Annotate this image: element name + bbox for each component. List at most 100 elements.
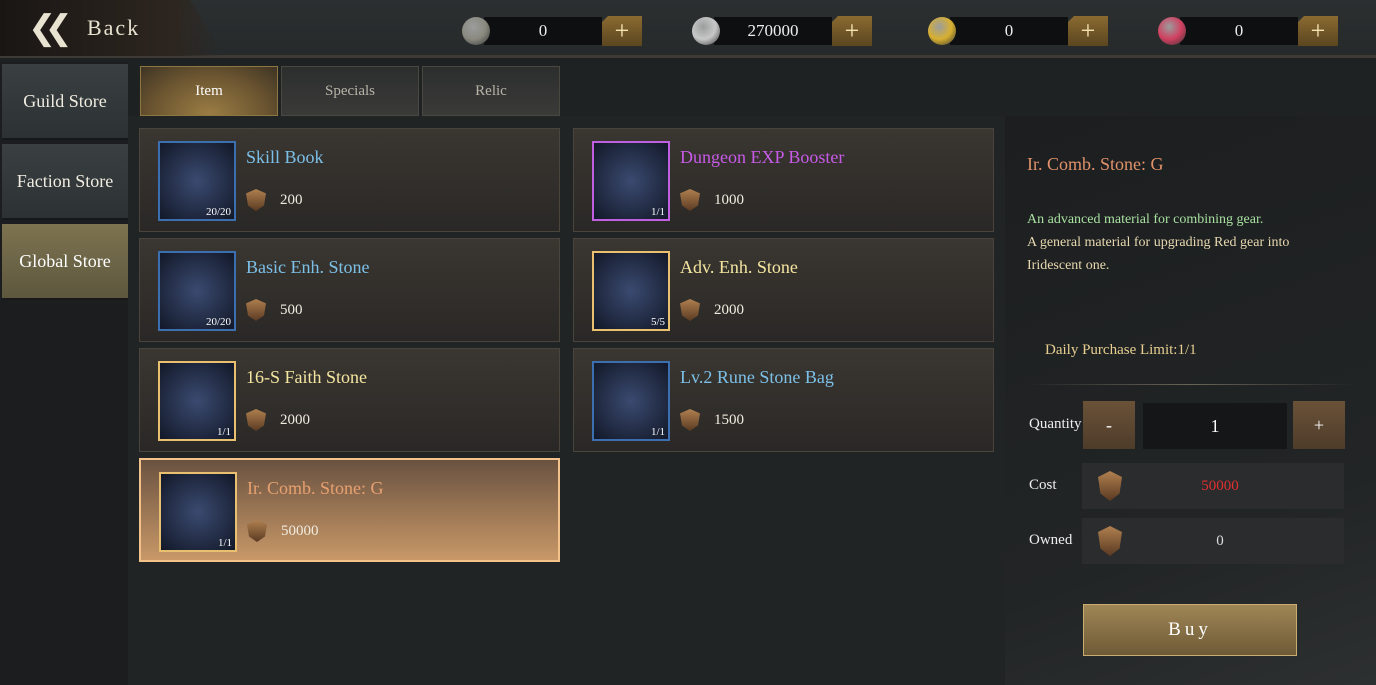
item-price: 200 bbox=[246, 189, 303, 211]
item-card[interactable]: 20/20 Basic Enh. Stone 500 bbox=[139, 238, 560, 342]
item-stock: 1/1 bbox=[216, 426, 231, 438]
tab-label: Item bbox=[195, 82, 223, 99]
item-icon: 1/1 bbox=[159, 472, 237, 552]
currency-3: 0 + bbox=[1158, 16, 1338, 46]
quantity-label: Quantity bbox=[1029, 416, 1082, 432]
item-card[interactable]: 1/1 Ir. Comb. Stone: G 50000 bbox=[139, 458, 560, 562]
sidebar-item-guild-store[interactable]: Guild Store bbox=[2, 64, 128, 140]
sidebar-label: Global Store bbox=[19, 250, 111, 271]
item-price: 2000 bbox=[680, 299, 744, 321]
item-card[interactable]: 1/1 Dungeon EXP Booster 1000 bbox=[573, 128, 994, 232]
item-icon: 1/1 bbox=[158, 361, 236, 441]
guild-token-icon bbox=[680, 189, 700, 211]
item-icon: 1/1 bbox=[592, 361, 670, 441]
item-icon: 20/20 bbox=[158, 251, 236, 331]
tab-label: Specials bbox=[325, 82, 375, 99]
back-label: Back bbox=[86, 15, 141, 40]
quantity-decrease-button[interactable]: - bbox=[1083, 401, 1135, 449]
category-tabs: Item Specials Relic bbox=[138, 64, 1376, 116]
ruby-gem-icon bbox=[1158, 17, 1186, 45]
tab-specials[interactable]: Specials bbox=[281, 66, 419, 116]
item-price: 500 bbox=[246, 299, 303, 321]
item-card[interactable]: 1/1 16-S Faith Stone 2000 bbox=[139, 348, 560, 452]
item-card[interactable]: 1/1 Lv.2 Rune Stone Bag 1500 bbox=[573, 348, 994, 452]
item-name: Dungeon EXP Booster bbox=[680, 147, 845, 167]
cost-value: 50000 bbox=[1201, 477, 1239, 494]
divider bbox=[1025, 384, 1355, 385]
owned-label: Owned bbox=[1029, 532, 1073, 548]
quantity-increase-button[interactable]: + bbox=[1293, 401, 1345, 449]
price-value: 50000 bbox=[281, 522, 319, 539]
guild-token-icon bbox=[1098, 471, 1122, 501]
item-price: 2000 bbox=[246, 409, 310, 431]
double-chevron-left-icon: ❮❮ bbox=[28, 10, 73, 47]
price-value: 200 bbox=[280, 191, 303, 208]
detail-description: An advanced material for combining gear.… bbox=[1027, 208, 1347, 277]
currency-value: 270000 bbox=[714, 17, 832, 45]
tab-relic[interactable]: Relic bbox=[422, 66, 560, 116]
currency-value: 0 bbox=[1180, 17, 1298, 45]
owned-value: 0 bbox=[1216, 532, 1224, 549]
tab-label: Relic bbox=[475, 82, 507, 99]
currency-1: 270000 + bbox=[692, 16, 872, 46]
guild-token-icon bbox=[1098, 526, 1122, 556]
gold-coin-icon bbox=[928, 17, 956, 45]
item-icon: 1/1 bbox=[592, 141, 670, 221]
currency-0: 0 + bbox=[462, 16, 642, 46]
sidebar-item-faction-store[interactable]: Faction Store bbox=[2, 144, 128, 220]
guild-token-icon bbox=[246, 409, 266, 431]
item-name: Basic Enh. Stone bbox=[246, 257, 370, 277]
detail-title: Ir. Comb. Stone: G bbox=[1027, 154, 1164, 174]
sidebar-label: Guild Store bbox=[23, 90, 107, 111]
currency-value: 0 bbox=[950, 17, 1068, 45]
price-value: 2000 bbox=[714, 301, 744, 318]
item-stock: 1/1 bbox=[217, 537, 232, 549]
item-price: 50000 bbox=[247, 520, 319, 542]
item-stock: 20/20 bbox=[205, 316, 231, 328]
daily-limit: Daily Purchase Limit:1/1 bbox=[1045, 342, 1197, 358]
cost-box: 50000 bbox=[1082, 463, 1344, 509]
desc-line: A general material for upgrading Red gea… bbox=[1027, 235, 1290, 273]
sidebar-item-global-store[interactable]: Global Store bbox=[2, 224, 128, 300]
sidebar-label: Faction Store bbox=[16, 170, 114, 191]
top-bar: ❮❮ Back 0 +270000 +0 +0 + bbox=[0, 0, 1376, 58]
item-stock: 20/20 bbox=[205, 206, 231, 218]
item-card[interactable]: 20/20 Skill Book 200 bbox=[139, 128, 560, 232]
item-price: 1500 bbox=[680, 409, 744, 431]
item-name: Lv.2 Rune Stone Bag bbox=[680, 367, 834, 387]
add-currency-button[interactable]: + bbox=[1068, 16, 1108, 46]
item-detail-panel: Ir. Comb. Stone: G An advanced material … bbox=[1005, 116, 1376, 685]
cost-label: Cost bbox=[1029, 477, 1057, 493]
price-value: 500 bbox=[280, 301, 303, 318]
buy-button[interactable]: Buy bbox=[1083, 604, 1297, 656]
owned-box: 0 bbox=[1082, 518, 1344, 564]
item-name: Skill Book bbox=[246, 147, 324, 167]
silver-coin-icon bbox=[692, 17, 720, 45]
item-grid: 20/20 Skill Book 200 1/1 Dungeon EXP Boos… bbox=[128, 116, 1005, 685]
guild-token-icon bbox=[246, 299, 266, 321]
add-currency-button[interactable]: + bbox=[832, 16, 872, 46]
item-stock: 1/1 bbox=[650, 426, 665, 438]
guild-token-icon bbox=[680, 299, 700, 321]
price-value: 2000 bbox=[280, 411, 310, 428]
guild-token-icon bbox=[247, 520, 267, 542]
quantity-input[interactable]: 1 bbox=[1143, 403, 1287, 449]
item-name: 16-S Faith Stone bbox=[246, 367, 368, 387]
item-name: Ir. Comb. Stone: G bbox=[247, 478, 384, 498]
item-price: 1000 bbox=[680, 189, 744, 211]
back-button[interactable]: ❮❮ Back bbox=[0, 0, 220, 56]
item-icon: 20/20 bbox=[158, 141, 236, 221]
tab-item[interactable]: Item bbox=[140, 66, 278, 116]
guild-token-icon bbox=[246, 189, 266, 211]
store-sidebar: Guild Store Faction Store Global Store bbox=[0, 62, 128, 685]
desc-line: An advanced material for combining gear. bbox=[1027, 212, 1264, 227]
currency-2: 0 + bbox=[928, 16, 1108, 46]
item-card[interactable]: 5/5 Adv. Enh. Stone 2000 bbox=[573, 238, 994, 342]
price-value: 1500 bbox=[714, 411, 744, 428]
item-stock: 5/5 bbox=[650, 316, 665, 328]
add-currency-button[interactable]: + bbox=[1298, 16, 1338, 46]
currency-value: 0 bbox=[484, 17, 602, 45]
item-stock: 1/1 bbox=[650, 206, 665, 218]
price-value: 1000 bbox=[714, 191, 744, 208]
add-currency-button[interactable]: + bbox=[602, 16, 642, 46]
